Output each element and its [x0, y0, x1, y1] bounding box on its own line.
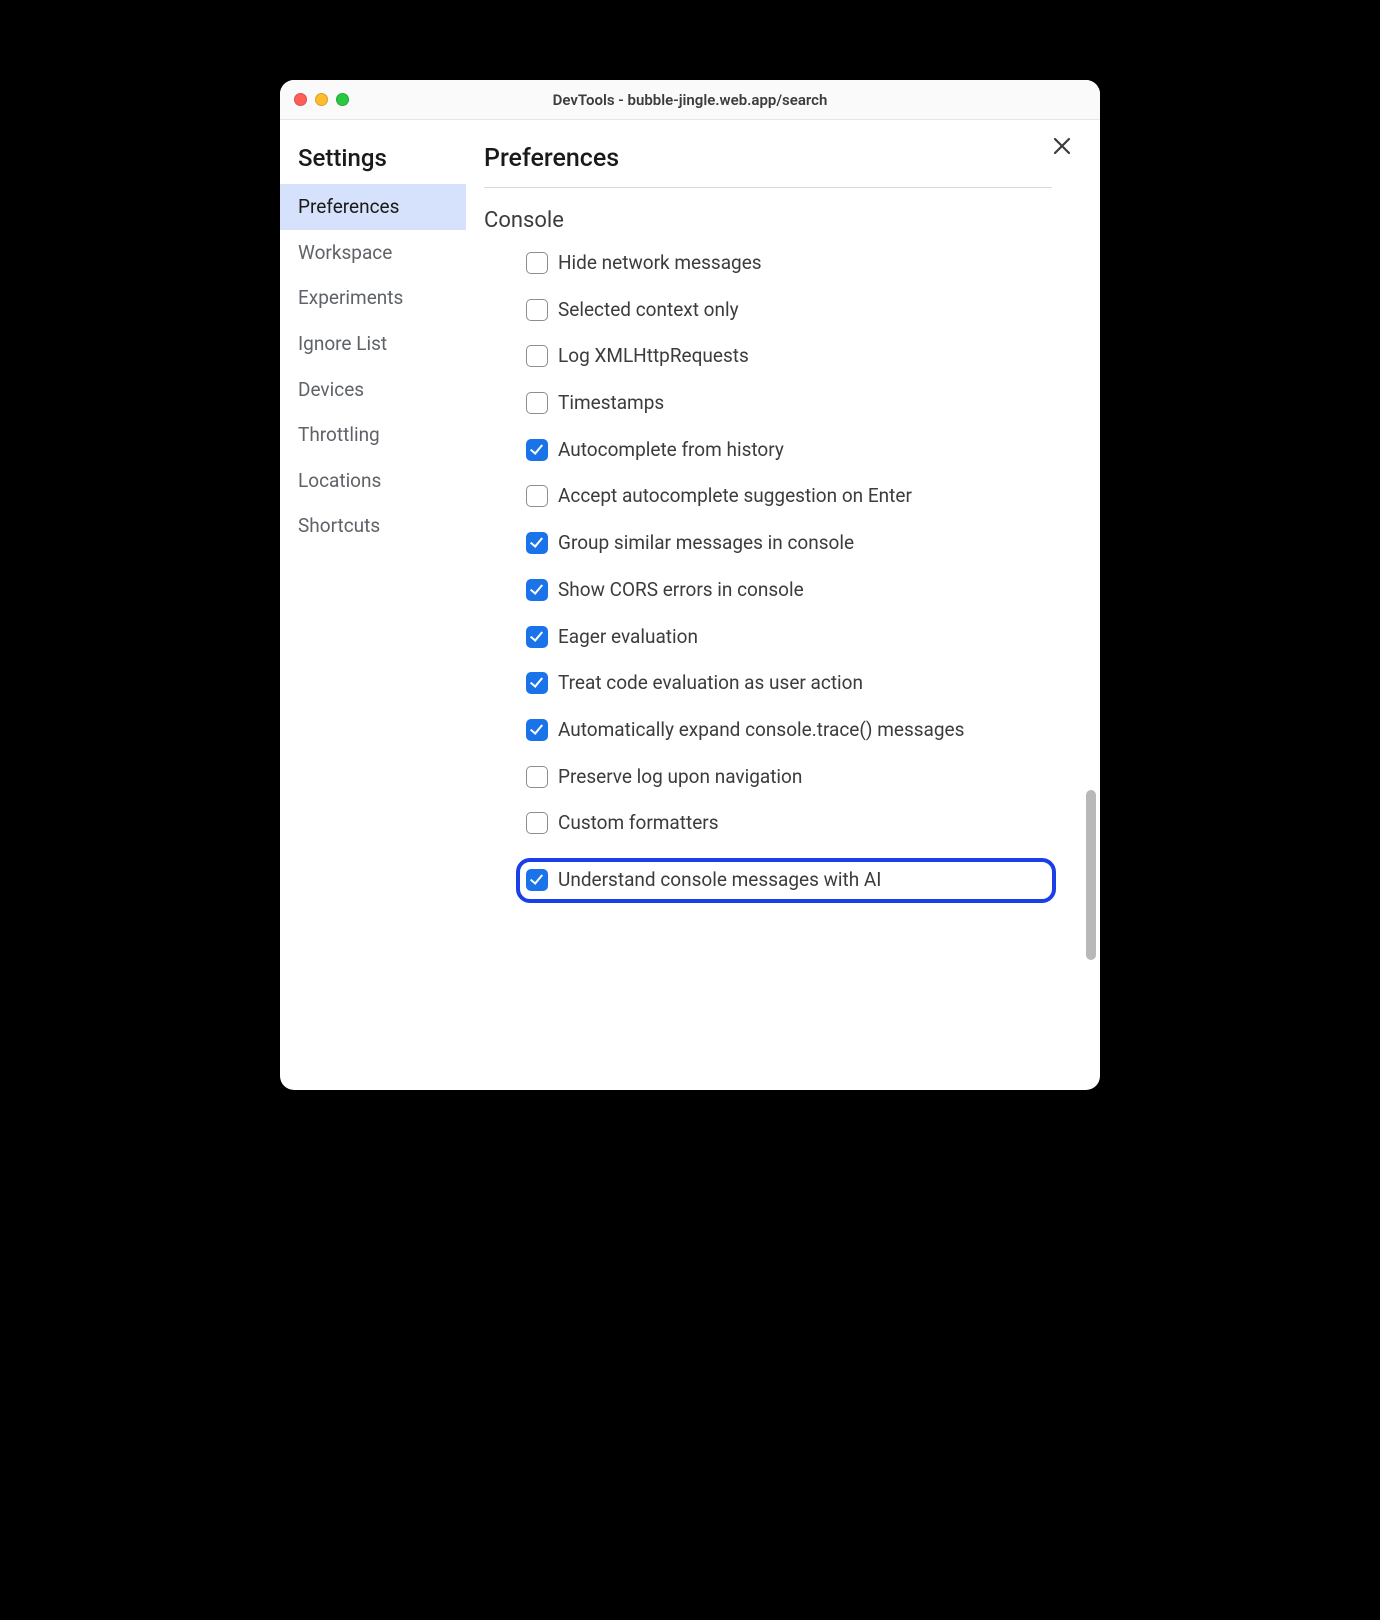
checkbox[interactable] [526, 252, 548, 274]
option-label: Group similar messages in console [558, 531, 1052, 556]
page-title: Preferences [484, 144, 1052, 188]
sidebar-item-label: Devices [298, 378, 364, 401]
option-label: Log XMLHttpRequests [558, 344, 1052, 369]
option-label: Selected context only [558, 298, 1052, 323]
option-label: Treat code evaluation as user action [558, 671, 1052, 696]
checkbox[interactable] [526, 626, 548, 648]
sidebar-item-label: Ignore List [298, 332, 387, 355]
sidebar-item-label: Workspace [298, 241, 392, 264]
devtools-window: DevTools - bubble-jingle.web.app/search … [280, 80, 1100, 1090]
option-label: Custom formatters [558, 811, 1052, 836]
sidebar-item-shortcuts[interactable]: Shortcuts [280, 503, 466, 549]
option-row: Custom formatters [526, 811, 1052, 836]
option-row: Group similar messages in console [526, 531, 1052, 556]
sidebar-item-label: Preferences [298, 195, 399, 218]
checkbox[interactable] [526, 532, 548, 554]
sidebar-item-label: Experiments [298, 286, 403, 309]
option-row: Preserve log upon navigation [526, 765, 1052, 790]
scrollbar-track [1086, 320, 1096, 1060]
option-row: Timestamps [526, 391, 1052, 416]
option-row: Understand console messages with AI [516, 858, 1056, 903]
checkbox[interactable] [526, 719, 548, 741]
option-row: Eager evaluation [526, 625, 1052, 650]
scrollbar-thumb[interactable] [1086, 790, 1096, 960]
settings-sidebar: Settings Preferences Workspace Experiments… [280, 120, 466, 1090]
checkbox[interactable] [526, 485, 548, 507]
sidebar-item-devices[interactable]: Devices [280, 367, 466, 413]
sidebar-item-label: Shortcuts [298, 514, 380, 537]
option-row: Log XMLHttpRequests [526, 344, 1052, 369]
option-label: Timestamps [558, 391, 1052, 416]
option-label: Show CORS errors in console [558, 578, 1052, 603]
option-label: Eager evaluation [558, 625, 1052, 650]
sidebar-item-locations[interactable]: Locations [280, 458, 466, 504]
sidebar-item-label: Locations [298, 469, 381, 492]
option-row: Automatically expand console.trace() mes… [526, 718, 1052, 743]
option-row: Selected context only [526, 298, 1052, 323]
option-label: Automatically expand console.trace() mes… [558, 718, 1052, 743]
zoom-window-button[interactable] [336, 93, 349, 106]
checkbox[interactable] [526, 766, 548, 788]
preferences-pane: Preferences Console Hide network message… [466, 120, 1100, 1090]
settings-panel: Settings Preferences Workspace Experiments… [280, 120, 1100, 1090]
traffic-lights [294, 93, 349, 106]
option-row: Show CORS errors in console [526, 578, 1052, 603]
settings-heading: Settings [280, 144, 466, 184]
option-label: Hide network messages [558, 251, 1052, 276]
option-label: Preserve log upon navigation [558, 765, 1052, 790]
sidebar-item-workspace[interactable]: Workspace [280, 230, 466, 276]
option-row: Accept autocomplete suggestion on Enter [526, 484, 1052, 509]
sidebar-item-experiments[interactable]: Experiments [280, 275, 466, 321]
sidebar-item-preferences[interactable]: Preferences [280, 184, 466, 230]
section-title-console: Console [484, 208, 1052, 233]
option-row: Autocomplete from history [526, 438, 1052, 463]
option-label: Accept autocomplete suggestion on Enter [558, 484, 1052, 509]
checkbox[interactable] [526, 579, 548, 601]
sidebar-item-label: Throttling [298, 423, 380, 446]
checkbox[interactable] [526, 345, 548, 367]
checkbox[interactable] [526, 392, 548, 414]
option-row: Hide network messages [526, 251, 1052, 276]
checkbox[interactable] [526, 439, 548, 461]
checkbox[interactable] [526, 672, 548, 694]
option-label: Autocomplete from history [558, 438, 1052, 463]
titlebar: DevTools - bubble-jingle.web.app/search [280, 80, 1100, 120]
minimize-window-button[interactable] [315, 93, 328, 106]
checkbox[interactable] [526, 812, 548, 834]
checkbox[interactable] [526, 869, 548, 891]
sidebar-item-throttling[interactable]: Throttling [280, 412, 466, 458]
option-row: Treat code evaluation as user action [526, 671, 1052, 696]
window-title: DevTools - bubble-jingle.web.app/search [280, 91, 1100, 109]
close-window-button[interactable] [294, 93, 307, 106]
checkbox[interactable] [526, 299, 548, 321]
sidebar-item-ignore-list[interactable]: Ignore List [280, 321, 466, 367]
option-label: Understand console messages with AI [558, 868, 1040, 893]
